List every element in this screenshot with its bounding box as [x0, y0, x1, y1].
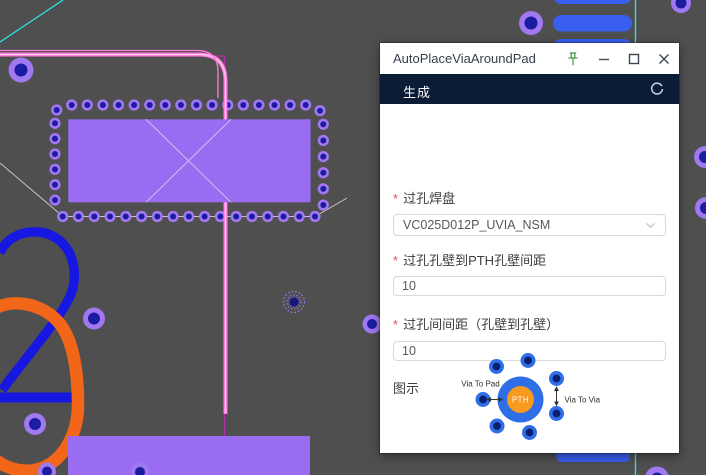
pcb-traces: [0, 49, 228, 436]
generate-label: 生成: [403, 85, 432, 100]
dialog-titlebar[interactable]: AutoPlaceViaAroundPad: [380, 43, 679, 74]
required-mark: *: [393, 317, 399, 332]
via-pad-select-value: VC025D012P_UVIA_NSM: [403, 218, 551, 232]
dialog-body: * 过孔焊盘 VC025D012P_UVIA_NSM * 过孔孔壁到PTH孔壁间距 …: [380, 104, 679, 453]
pcb-editor-screen: AutoPlaceViaAroundPad 生成 * 过孔焊盘 VC025D01…: [0, 0, 706, 475]
required-mark: *: [393, 191, 399, 206]
purple-pad-rect-bottom: [68, 436, 310, 475]
field-label-via-pad: * 过孔焊盘: [393, 191, 456, 206]
minimize-icon[interactable]: [595, 50, 613, 68]
cyan-guide-diagonal: [0, 0, 64, 43]
close-icon[interactable]: [655, 50, 673, 68]
via-to-via-label: Via To Via: [565, 396, 601, 405]
trace-magenta-thin: [150, 55, 226, 436]
via-to-pth-input[interactable]: [393, 276, 666, 296]
via-pad-select[interactable]: VC025D012P_UVIA_NSM: [393, 214, 666, 236]
dialog-title: AutoPlaceViaAroundPad: [393, 51, 536, 66]
dialog-section-header: 生成: [380, 74, 679, 104]
maximize-icon[interactable]: [625, 50, 643, 68]
pin-icon[interactable]: [564, 50, 582, 68]
required-mark: *: [393, 253, 399, 268]
via-to-pad-label: Via To Pad: [461, 380, 499, 389]
autoplace-via-dialog: AutoPlaceViaAroundPad 生成 * 过孔焊盘 VC025D01…: [380, 43, 679, 453]
refresh-icon[interactable]: [649, 81, 665, 97]
dotted-via: [282, 290, 306, 314]
pth-label: PTH: [512, 396, 529, 405]
silkscreen-ring-orange: [0, 297, 85, 475]
pth-pad: PTH: [497, 376, 544, 423]
purple-pad-rect: [68, 119, 311, 203]
via-placement-illustration: PTH Via To Pad Via To Via: [461, 353, 601, 440]
field-label-via-to-via: * 过孔间间距（孔壁到孔壁）: [393, 317, 560, 332]
chevron-down-icon: [646, 222, 655, 228]
field-label-via-to-pth: * 过孔孔壁到PTH孔壁间距: [393, 253, 547, 268]
